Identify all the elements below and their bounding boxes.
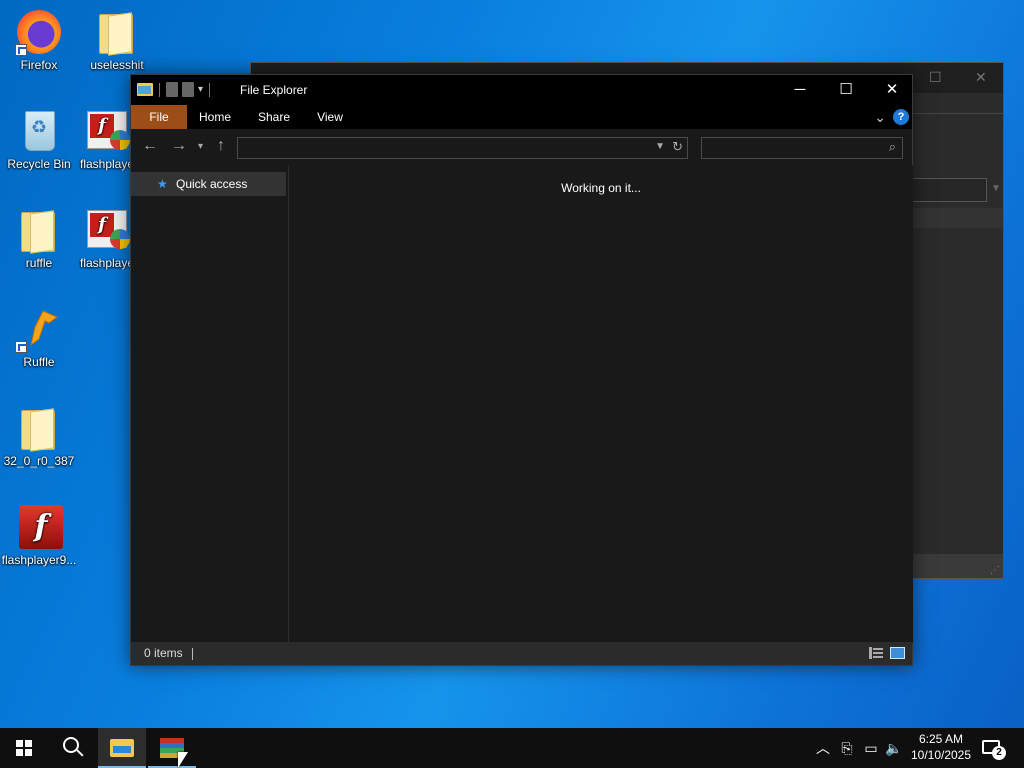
mouse-cursor-icon bbox=[178, 752, 188, 768]
address-bar[interactable]: ▼ ↻ bbox=[237, 137, 688, 159]
clock[interactable]: 6:25 AM 10/10/2025 bbox=[906, 731, 976, 763]
start-button[interactable] bbox=[0, 728, 48, 768]
expand-ribbon-icon[interactable]: ⌄ bbox=[874, 109, 886, 126]
desktop-icon-flashplayer9[interactable]: f flashplayer9... bbox=[0, 503, 78, 567]
meet-now-icon[interactable]: ⎘ bbox=[838, 728, 856, 768]
new-folder-icon[interactable] bbox=[182, 82, 194, 97]
shortcut-arrow-icon bbox=[15, 341, 27, 353]
search-icon bbox=[63, 737, 79, 753]
chevron-down-icon[interactable]: ▼ bbox=[655, 141, 665, 152]
title-bar[interactable]: ▾ File Explorer ─ ☐ ✕ bbox=[131, 75, 912, 105]
divider bbox=[913, 113, 1003, 114]
file-list-area[interactable]: Working on it... bbox=[289, 165, 913, 643]
ruffle-icon bbox=[15, 305, 63, 353]
divider bbox=[159, 82, 160, 97]
divider bbox=[192, 648, 193, 660]
ribbon: File Home Share View ⌄ ? bbox=[131, 105, 912, 129]
recent-locations-icon[interactable]: ▾ bbox=[198, 141, 203, 152]
sidebar-item-label: Quick access bbox=[176, 177, 248, 191]
volume-icon[interactable]: 🔈 bbox=[884, 728, 904, 768]
folder-icon bbox=[15, 206, 63, 254]
winrar-archive-icon bbox=[85, 107, 133, 155]
background-window-row bbox=[913, 208, 1003, 228]
close-icon[interactable]: ✕ bbox=[975, 69, 987, 86]
navigation-pane: ★ Quick access bbox=[131, 165, 289, 643]
desktop-icon-uselesshit[interactable]: uselesshit bbox=[78, 8, 156, 72]
search-input[interactable]: ⌕ bbox=[701, 137, 903, 159]
desktop-icon-ruffle[interactable]: Ruffle bbox=[0, 305, 78, 369]
action-center-button[interactable]: 2 bbox=[980, 736, 1006, 760]
large-icons-view-icon[interactable] bbox=[890, 647, 905, 659]
back-arrow-icon[interactable]: ← bbox=[142, 137, 158, 155]
resize-grip-icon[interactable]: ⋰ bbox=[990, 565, 1000, 576]
taskbar-file-explorer[interactable] bbox=[98, 728, 146, 768]
desktop-icon-ruffle-folder[interactable]: ruffle bbox=[0, 206, 78, 270]
desktop-icon-label: uselesshit bbox=[90, 58, 144, 72]
folder-icon bbox=[93, 8, 141, 56]
desktop-icon-32-0-r0-387[interactable]: 32_0_r0_387 bbox=[0, 404, 78, 468]
desktop-icon-firefox[interactable]: Firefox bbox=[0, 8, 78, 72]
taskbar-winrar[interactable] bbox=[148, 728, 196, 768]
desktop-icon-label: Recycle Bin bbox=[7, 157, 71, 171]
quick-access-toolbar: ▾ bbox=[137, 82, 212, 97]
file-explorer-icon bbox=[110, 739, 134, 757]
background-window-field[interactable] bbox=[911, 178, 987, 202]
close-button[interactable]: ✕ bbox=[869, 75, 915, 105]
navigation-bar: ← → ▾ ↑ ▼ ↻ ⌕ bbox=[131, 129, 912, 165]
firefox-icon bbox=[15, 8, 63, 56]
loading-message: Working on it... bbox=[561, 181, 641, 195]
desktop-icon-label: flashplayer9... bbox=[1, 553, 77, 567]
customize-toolbar-icon[interactable]: ▾ bbox=[198, 84, 203, 95]
folder-icon bbox=[15, 404, 63, 452]
folder-icon[interactable] bbox=[137, 83, 153, 96]
divider bbox=[209, 82, 211, 97]
winrar-archive-icon bbox=[85, 206, 133, 254]
shortcut-arrow-icon bbox=[15, 44, 27, 56]
taskbar: ︿ ⎘ ▭ 🔈 6:25 AM 10/10/2025 2 bbox=[0, 728, 1024, 768]
desktop-icon-label: Ruffle bbox=[23, 355, 55, 369]
status-bar: 0 items bbox=[131, 642, 912, 665]
notification-count-badge: 2 bbox=[992, 746, 1006, 760]
desktop-icon-recycle-bin[interactable]: Recycle Bin bbox=[0, 107, 78, 171]
forward-arrow-icon[interactable]: → bbox=[171, 137, 187, 155]
file-explorer-window[interactable]: ▾ File Explorer ─ ☐ ✕ File Home Share Vi… bbox=[130, 74, 913, 666]
star-icon: ★ bbox=[157, 177, 168, 191]
details-view-icon[interactable] bbox=[869, 647, 883, 659]
item-count: 0 items bbox=[144, 646, 183, 660]
tab-file[interactable]: File bbox=[131, 105, 187, 129]
clock-time: 6:25 AM bbox=[918, 732, 964, 746]
up-arrow-icon[interactable]: ↑ bbox=[217, 137, 225, 155]
desktop-icon-label: Firefox bbox=[20, 58, 58, 72]
maximize-button[interactable]: ☐ bbox=[823, 75, 869, 105]
chevron-down-icon[interactable]: ▼ bbox=[991, 183, 1001, 194]
windows-logo-icon bbox=[16, 740, 32, 756]
refresh-icon[interactable]: ↻ bbox=[672, 139, 683, 155]
show-hidden-icons-icon[interactable]: ︿ bbox=[814, 728, 832, 768]
desktop-icon-label: 32_0_r0_387 bbox=[3, 454, 75, 468]
sidebar-item-quick-access[interactable]: ★ Quick access bbox=[131, 172, 286, 196]
recycle-bin-icon bbox=[15, 107, 63, 155]
maximize-icon[interactable]: ☐ bbox=[929, 69, 942, 86]
clock-date: 10/10/2025 bbox=[910, 748, 972, 762]
help-icon[interactable]: ? bbox=[893, 109, 909, 125]
tab-view[interactable]: View bbox=[309, 105, 351, 129]
tab-share[interactable]: Share bbox=[252, 105, 296, 129]
minimize-button[interactable]: ─ bbox=[777, 75, 823, 105]
network-icon[interactable]: ▭ bbox=[862, 728, 880, 768]
search-icon[interactable]: ⌕ bbox=[889, 139, 896, 155]
flash-player-icon: f bbox=[15, 503, 63, 551]
window-title: File Explorer bbox=[240, 83, 308, 97]
search-button[interactable] bbox=[48, 728, 96, 768]
tab-home[interactable]: Home bbox=[193, 105, 237, 129]
properties-icon[interactable] bbox=[166, 82, 178, 97]
desktop-icon-label: ruffle bbox=[25, 256, 53, 270]
